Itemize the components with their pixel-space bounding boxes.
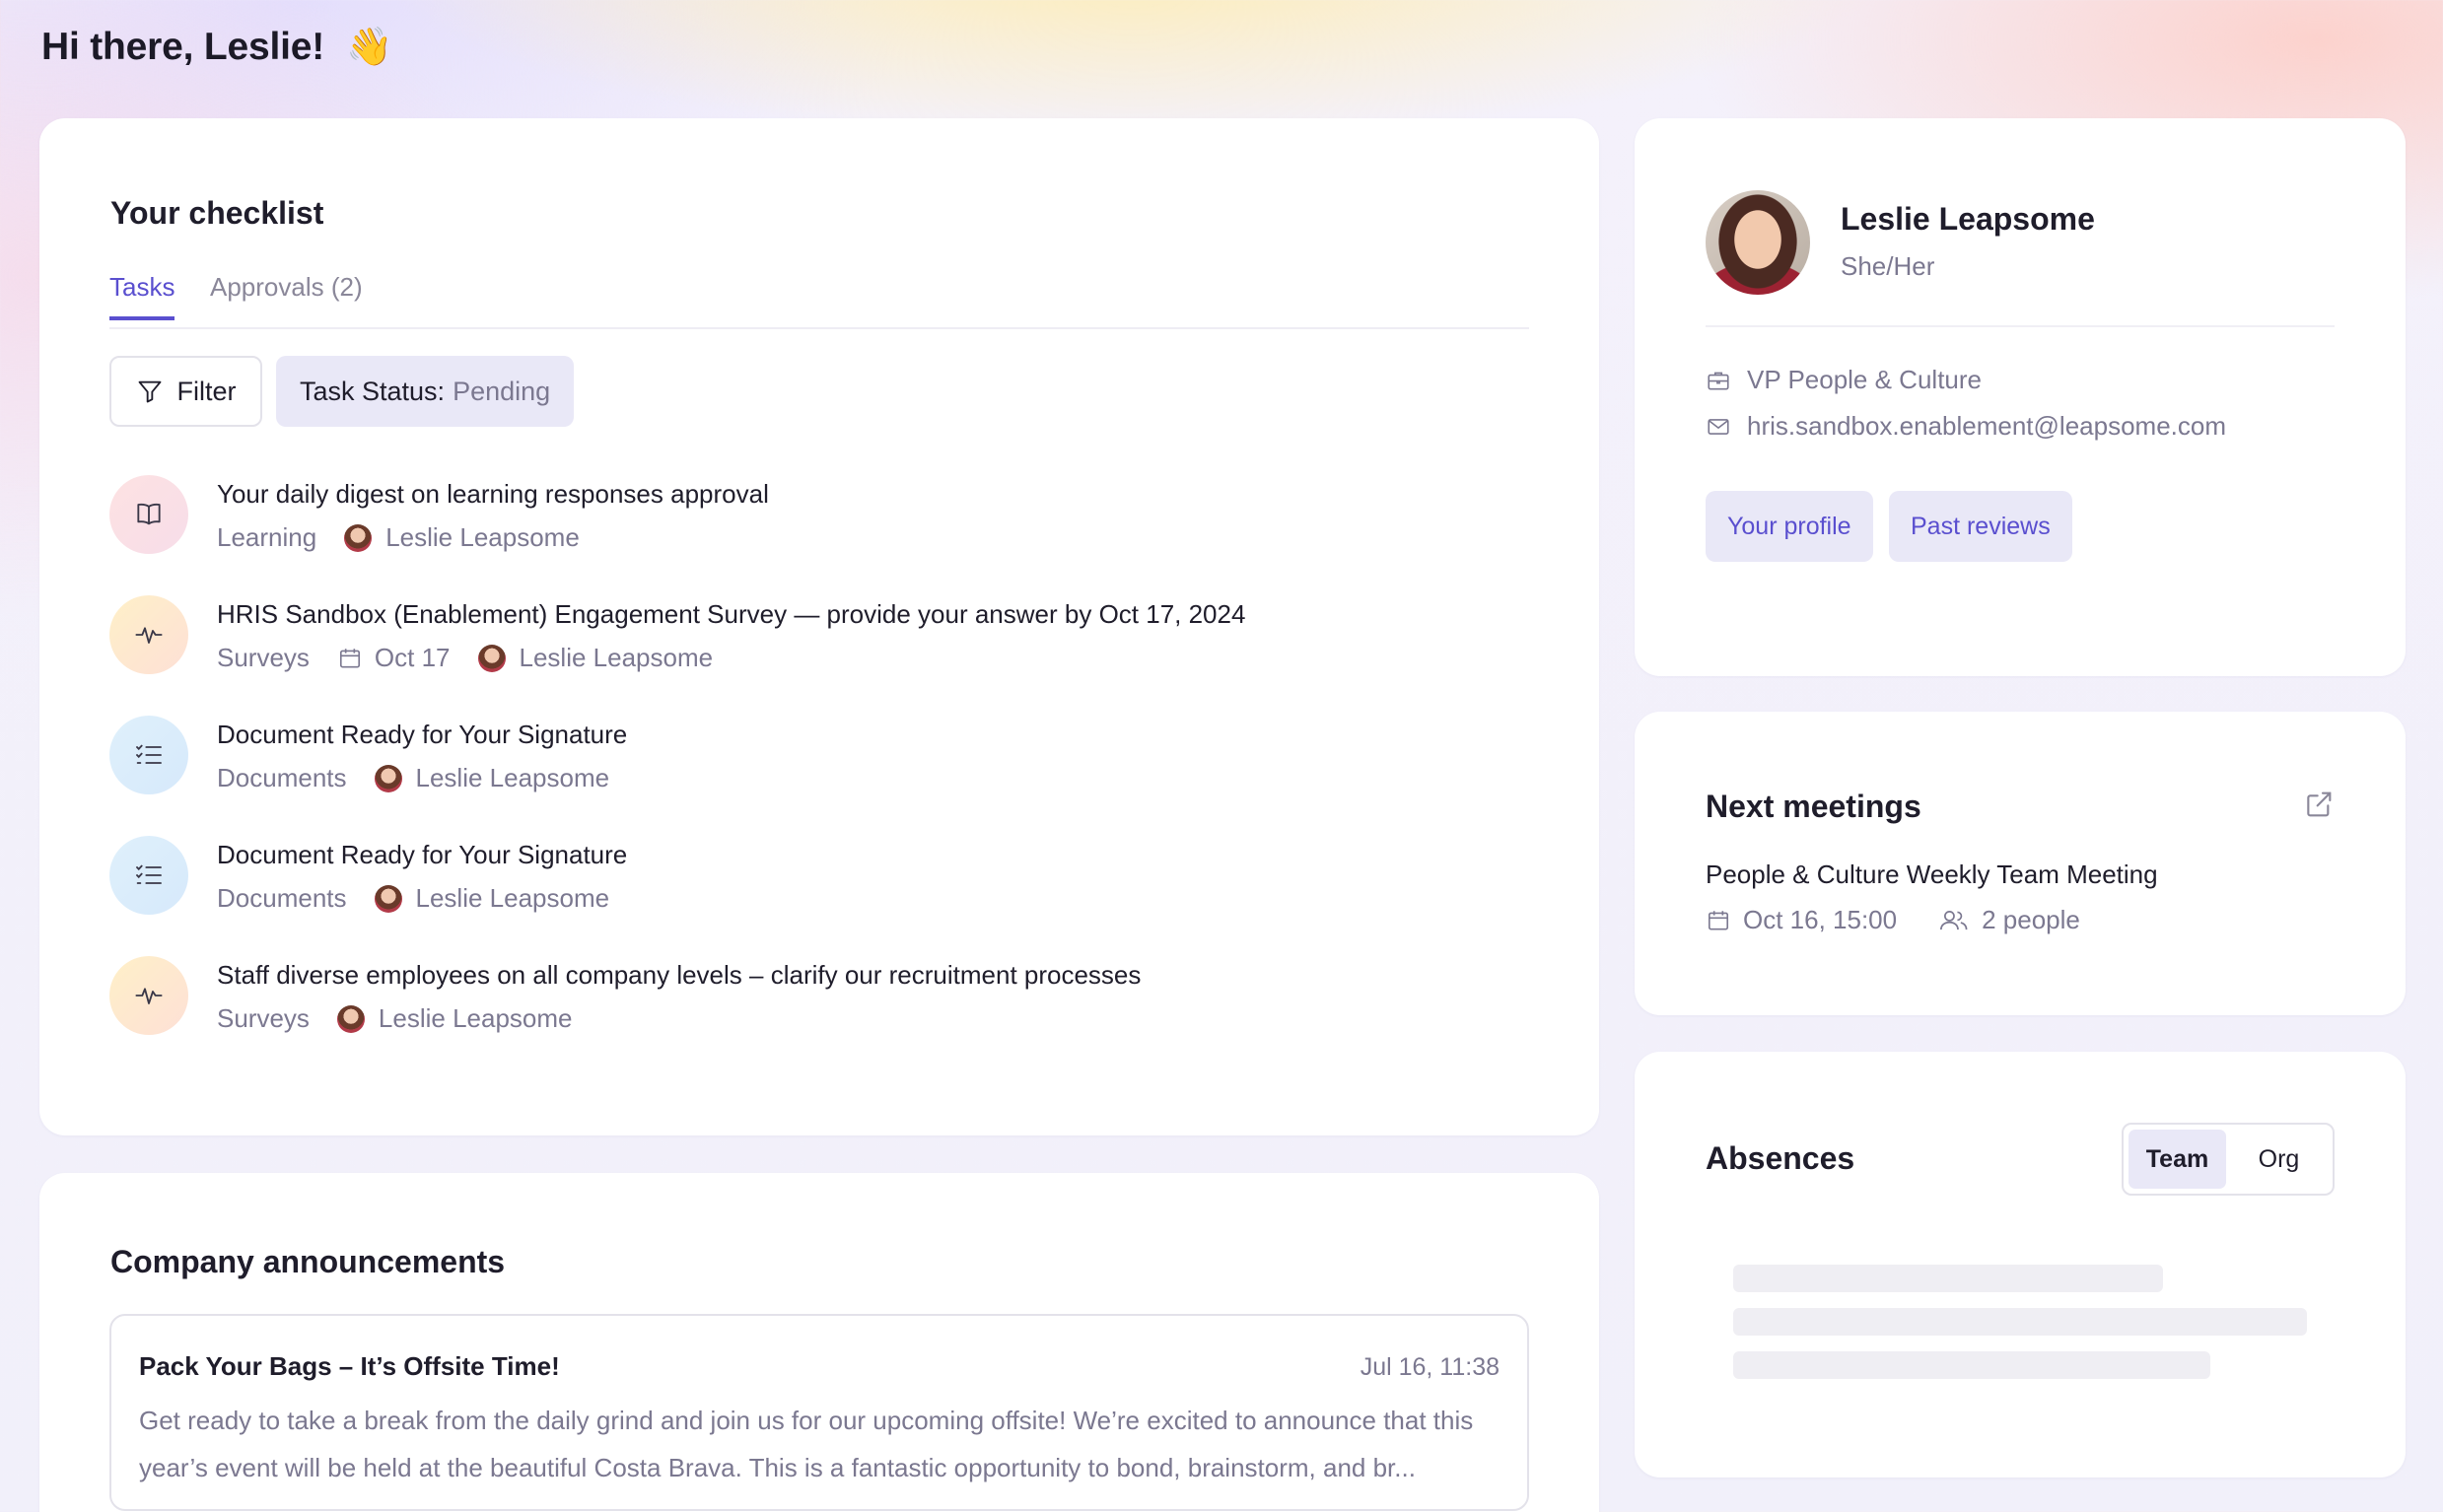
task-title: Document Ready for Your Signature	[217, 720, 628, 749]
task-type-badge	[109, 956, 188, 1035]
task-category: Documents	[217, 883, 347, 913]
loading-skeleton-line	[1733, 1351, 2210, 1379]
profile-divider	[1706, 325, 2335, 327]
announcement-date: Jul 16, 11:38	[1360, 1353, 1500, 1381]
profile-role: VP People & Culture	[1747, 365, 1982, 394]
checklist-tabs: Tasks Approvals (2)	[109, 272, 1529, 329]
task-assignee: Leslie Leapsome	[415, 883, 610, 913]
greeting-header: Hi there, Leslie! 👋	[41, 26, 392, 69]
toggle-team[interactable]: Team	[2129, 1130, 2226, 1189]
absences-scope-toggle: Team Org	[2122, 1123, 2335, 1196]
people-icon	[1940, 910, 1968, 929]
task-assignee: Leslie Leapsome	[385, 522, 580, 552]
announcement-item[interactable]: Pack Your Bags – It’s Offsite Time! Jul …	[109, 1314, 1529, 1511]
calendar-icon	[339, 648, 360, 667]
checklist-card: Your checklist Tasks Approvals (2) Filte…	[39, 118, 1599, 1135]
briefcase-icon	[1708, 372, 1729, 389]
absences-card: Absences Team Org	[1635, 1052, 2406, 1478]
profile-email-row: hris.sandbox.enablement@leapsome.com	[1706, 411, 2226, 442]
checklist-title: Your checklist	[110, 195, 324, 231]
task-status-filter-chip[interactable]: Task Status: Pending	[276, 356, 575, 427]
filter-icon	[138, 380, 161, 403]
task-meta: Surveys Oct 17 Leslie Leapsome	[217, 643, 713, 673]
task-item[interactable]: HRIS Sandbox (Enablement) Engagement Sur…	[109, 595, 1529, 678]
task-category: Learning	[217, 522, 317, 552]
announcement-title: Pack Your Bags – It’s Offsite Time!	[139, 1351, 560, 1381]
task-assignee: Leslie Leapsome	[378, 1003, 573, 1033]
pulse-icon	[135, 988, 163, 1004]
announcement-body: Get ready to take a break from the daily…	[139, 1406, 1474, 1482]
filter-label: Filter	[176, 376, 237, 406]
calendar-icon	[1708, 910, 1729, 929]
task-meta: Surveys Leslie Leapsome	[217, 1003, 573, 1034]
status-filter-key: Task Status:	[300, 376, 446, 406]
task-item[interactable]: Your daily digest on learning responses …	[109, 475, 1529, 558]
task-assignee: Leslie Leapsome	[415, 763, 610, 792]
waving-hand-emoji: 👋	[346, 27, 393, 68]
task-category: Documents	[217, 763, 347, 792]
task-assignee: Leslie Leapsome	[519, 643, 714, 672]
assignee-avatar	[336, 1004, 365, 1033]
task-meta: Learning Leslie Leapsome	[217, 522, 580, 553]
external-link-icon[interactable]	[2303, 789, 2335, 820]
task-type-badge	[109, 475, 188, 554]
loading-skeleton-line	[1733, 1308, 2307, 1336]
filter-button[interactable]: Filter	[109, 356, 262, 427]
your-profile-button[interactable]: Your profile	[1706, 491, 1873, 562]
absences-title: Absences	[1706, 1140, 1855, 1176]
task-meta: Documents Leslie Leapsome	[217, 763, 609, 793]
greeting-text: Hi there, Leslie!	[41, 26, 325, 68]
assignee-avatar	[477, 644, 506, 672]
tab-approvals[interactable]: Approvals (2)	[210, 272, 363, 316]
task-category: Surveys	[217, 643, 310, 672]
task-title: Document Ready for Your Signature	[217, 840, 628, 869]
assignee-avatar	[374, 764, 402, 792]
task-item[interactable]: Staff diverse employees on all company l…	[109, 956, 1529, 1039]
meeting-title[interactable]: People & Culture Weekly Team Meeting	[1706, 859, 2158, 890]
book-icon	[137, 503, 161, 525]
next-meetings-card: Next meetings People & Culture Weekly Te…	[1635, 712, 2406, 1015]
profile-pronouns: She/Her	[1841, 251, 1935, 281]
profile-card: Leslie Leapsome She/Her VP People & Cult…	[1635, 118, 2406, 676]
assignee-avatar	[344, 523, 373, 552]
meeting-datetime: Oct 16, 15:00	[1743, 905, 1898, 934]
meeting-meta: Oct 16, 15:00 2 people	[1706, 905, 2080, 935]
task-title: HRIS Sandbox (Enablement) Engagement Sur…	[217, 599, 1246, 629]
task-type-badge	[109, 595, 188, 674]
task-item[interactable]: Document Ready for Your Signature Docume…	[109, 716, 1529, 798]
mail-icon	[1708, 418, 1729, 435]
task-type-badge	[109, 716, 188, 794]
announcements-card: Company announcements Pack Your Bags – I…	[39, 1173, 1599, 1512]
loading-skeleton-line	[1733, 1265, 2163, 1292]
assignee-avatar	[374, 884, 402, 913]
checklist-icon	[136, 864, 162, 884]
task-title: Staff diverse employees on all company l…	[217, 960, 1142, 990]
checklist-icon	[136, 744, 162, 764]
task-title: Your daily digest on learning responses …	[217, 479, 769, 509]
past-reviews-button[interactable]: Past reviews	[1889, 491, 2072, 562]
status-filter-value: Pending	[453, 376, 551, 406]
meetings-title: Next meetings	[1706, 789, 1921, 824]
task-type-badge	[109, 836, 188, 915]
task-meta: Documents Leslie Leapsome	[217, 883, 609, 914]
task-category: Surveys	[217, 1003, 310, 1033]
task-due-date: Oct 17	[374, 643, 451, 672]
announcements-title: Company announcements	[110, 1244, 506, 1279]
pulse-icon	[135, 627, 163, 644]
profile-name: Leslie Leapsome	[1841, 201, 2095, 237]
profile-email[interactable]: hris.sandbox.enablement@leapsome.com	[1747, 411, 2226, 442]
toggle-org[interactable]: Org	[2230, 1130, 2328, 1189]
meeting-people-count: 2 people	[1982, 905, 2080, 934]
profile-role-row: VP People & Culture	[1706, 365, 1982, 395]
task-item[interactable]: Document Ready for Your Signature Docume…	[109, 836, 1529, 919]
tab-tasks[interactable]: Tasks	[109, 272, 175, 320]
profile-avatar[interactable]	[1706, 190, 1810, 295]
